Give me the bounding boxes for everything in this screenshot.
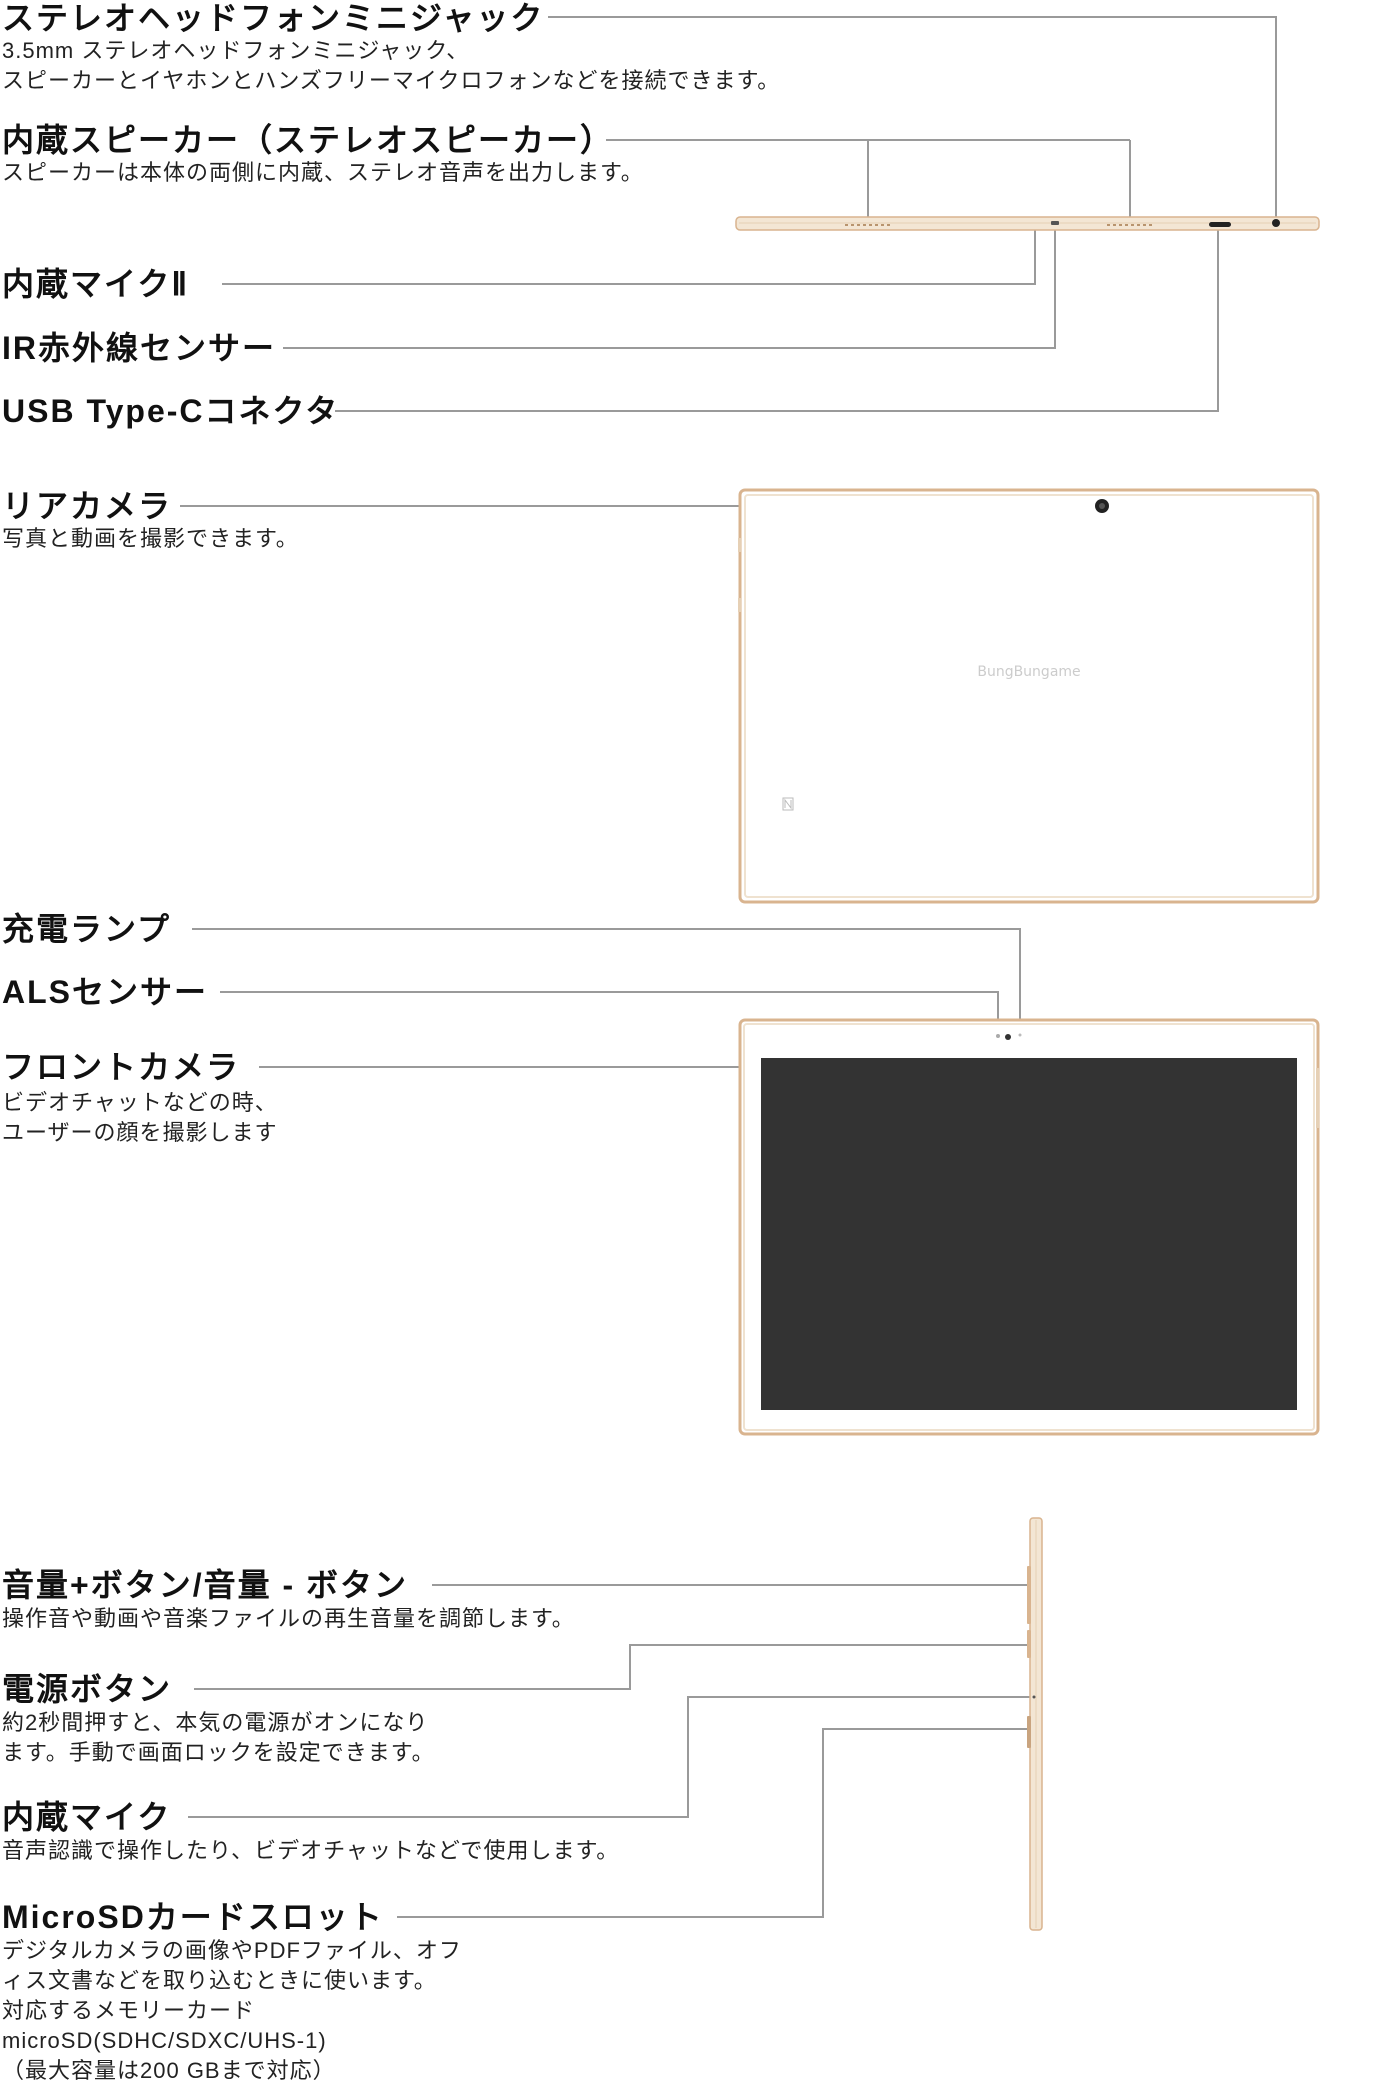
- power-desc: 約2秒間押すと、本気の電源がオンになり ます。手動で画面ロックを設定できます。: [2, 1710, 435, 1765]
- front-camera-label: フロントカメラ: [2, 1049, 241, 1085]
- headphone-jack-port: [1272, 219, 1280, 227]
- ir-sensor-label: IR赤外線センサー: [2, 330, 277, 366]
- volume-button-shape: [1027, 1566, 1031, 1624]
- leader-line-usb: [335, 230, 1219, 412]
- display-screen: [761, 1058, 1297, 1410]
- usb-c-port: [1209, 222, 1231, 227]
- ir-sensor-port: [1051, 221, 1059, 225]
- mic-hole: [1032, 1695, 1036, 1699]
- microsd-desc: デジタルカメラの画像やPDFファイル、オフ ィス文書などを取り込むときに使います…: [2, 1938, 462, 2083]
- power-label: 電源ボタン: [2, 1671, 173, 1707]
- mic2-label: 内蔵マイクⅡ: [2, 266, 190, 302]
- charge-lamp-label: 充電ランプ: [2, 911, 172, 947]
- leader-line-ir: [283, 226, 1056, 349]
- charge-lamp-dot: [1018, 1033, 1022, 1037]
- leader-line-power: [194, 1644, 1031, 1690]
- rear-camera-label: リアカメラ: [2, 488, 173, 524]
- microsd-label: MicroSDカードスロット: [2, 1899, 384, 1935]
- usb-c-label: USB Type-Cコネクタ: [2, 393, 340, 429]
- tablet-rear-view: BungBungame: [738, 488, 1320, 904]
- rear-camera-desc: 写真と動画を撮影できます。: [2, 526, 299, 551]
- brand-logo: BungBungame: [977, 664, 1080, 680]
- mic-desc: 音声認識で操作したり、ビデオチャットなどで使用します。: [2, 1838, 620, 1863]
- tablet-front-view: [738, 1018, 1320, 1436]
- front-camera-lens: [1005, 1034, 1011, 1040]
- speaker-desc: スピーカーは本体の両側に内蔵、ステレオ音声を出力します。: [2, 160, 644, 185]
- als-sensor-dot: [996, 1034, 1000, 1038]
- mic-label: 内蔵マイク: [2, 1799, 172, 1835]
- headphone-jack-label: ステレオヘッドフォンミニジャック: [2, 0, 545, 36]
- leader-line-microsd: [397, 1728, 1031, 1918]
- tablet-top-edge: [735, 216, 1320, 231]
- leader-line-mic2: [222, 226, 1036, 285]
- tablet-side-view: [1027, 1517, 1043, 1931]
- speaker-label: 内蔵スピーカー（ステレオスピーカー）: [2, 122, 615, 158]
- microsd-slot-shape: [1027, 1716, 1031, 1748]
- volume-label: 音量+ボタン/音量 - ボタン: [2, 1567, 409, 1603]
- als-sensor-label: ALSセンサー: [2, 974, 209, 1010]
- power-button-shape: [1027, 1630, 1031, 1658]
- front-camera-desc: ビデオチャットなどの時、 ユーザーの顔を撮影します: [2, 1090, 278, 1145]
- headphone-jack-desc: 3.5mm ステレオヘッドフォンミニジャック、 スピーカーとイヤホンとハンズフリ…: [2, 38, 781, 93]
- volume-desc: 操作音や動画や音楽ファイルの再生音量を調節します。: [2, 1606, 575, 1631]
